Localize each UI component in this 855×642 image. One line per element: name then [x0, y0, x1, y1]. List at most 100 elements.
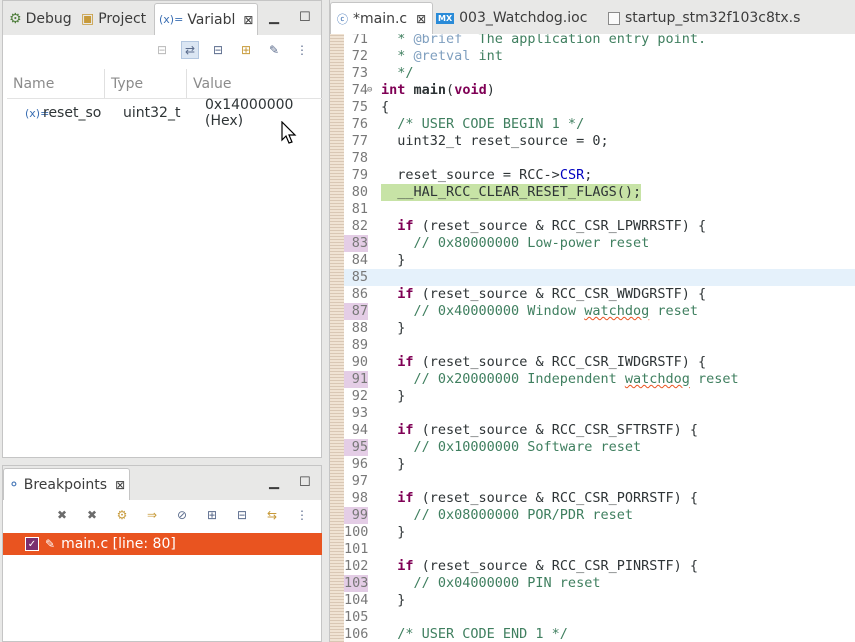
column-name[interactable]: Name [7, 69, 105, 98]
breakpoint-item[interactable]: ✓ ✎ main.c [line: 80] [3, 533, 322, 555]
close-icon[interactable]: ⊠ [243, 13, 253, 27]
code-line[interactable]: 76 /* USER CODE BEGIN 1 */ [344, 116, 855, 133]
code-line[interactable]: 81 [344, 201, 855, 218]
code-line[interactable]: 93 [344, 405, 855, 422]
code-line[interactable]: 102 if (reset_source & RCC_CSR_PINRSTF) … [344, 558, 855, 575]
variable-value[interactable]: 0x14000000 (Hex) [205, 97, 323, 129]
tab-breakpoints-label: Breakpoints [23, 476, 108, 493]
code-line[interactable]: 98 if (reset_source & RCC_CSR_PORRSTF) { [344, 490, 855, 507]
code-text: if (reset_source & RCC_CSR_LPWRRSTF) { [397, 218, 707, 234]
close-icon[interactable]: ⊠ [416, 12, 426, 26]
line-number: 90 [351, 354, 368, 370]
code-line[interactable]: 99 // 0x08000000 POR/PDR reset [344, 507, 855, 524]
code-text: { [381, 99, 390, 115]
code-line[interactable]: 95 // 0x10000000 Software reset [344, 439, 855, 456]
code-line[interactable]: 106 /* USER CODE END 1 */ [344, 626, 855, 642]
code-area[interactable]: 71 * @brief The application entry point.… [344, 34, 855, 642]
fold-icon[interactable]: ⊖ [367, 82, 372, 99]
code-line[interactable]: 86 if (reset_source & RCC_CSR_WWDGRSTF) … [344, 286, 855, 303]
code-text: __HAL_RCC_CLEAR_RESET_FLAGS(); [381, 184, 642, 201]
tab-startup[interactable]: startup_stm32f103c8tx.s [602, 2, 806, 34]
tab-breakpoints[interactable]: ⚬ Breakpoints ⊠ [3, 468, 131, 500]
line-number: 76 [351, 116, 368, 132]
code-line[interactable]: 92 } [344, 388, 855, 405]
tab-debug[interactable]: ⚙ Debug [5, 3, 76, 35]
code-editor: ⓒ *main.c ⊠ MX 003_Watchdog.ioc startup_… [329, 0, 855, 642]
code-line[interactable]: 94 if (reset_source & RCC_CSR_SFTRSTF) { [344, 422, 855, 439]
show-supported-icon[interactable]: ⚙ [113, 506, 131, 524]
code-line[interactable]: 105 [344, 609, 855, 626]
code-line[interactable]: 72 * @retval int [344, 48, 855, 65]
tab-project-label: Project [98, 11, 147, 27]
maximize-icon[interactable]: ☐ [299, 10, 311, 25]
view-menu-icon[interactable]: ⋮ [293, 506, 311, 524]
close-icon[interactable]: ⊠ [115, 478, 125, 492]
code-line[interactable]: 82 if (reset_source & RCC_CSR_LPWRRSTF) … [344, 218, 855, 235]
go-to-file-icon[interactable]: ⇒ [143, 506, 161, 524]
code-text: if (reset_source & RCC_CSR_PORRSTF) { [397, 490, 699, 506]
column-type[interactable]: Type [105, 69, 187, 98]
variables-toolbar: ⊟ ⇄ ⊟ ⊞ ✎ ⋮ [3, 35, 321, 65]
remove-icon[interactable]: ✖ [53, 506, 71, 524]
code-line[interactable]: 83 // 0x80000000 Low-power reset [344, 235, 855, 252]
tab-watchdog-ioc[interactable]: MX 003_Watchdog.ioc [430, 2, 593, 34]
code-line[interactable]: 77 uint32_t reset_source = 0; [344, 133, 855, 150]
column-value[interactable]: Value [187, 69, 323, 98]
checkbox-checked-icon[interactable]: ✓ [25, 537, 39, 551]
code-line[interactable]: 97 [344, 473, 855, 490]
code-line[interactable]: 103 // 0x04000000 PIN reset [344, 575, 855, 592]
skip-all-icon[interactable]: ⊘ [173, 506, 191, 524]
code-text: } [381, 592, 406, 608]
view-menu-icon[interactable]: ⋮ [293, 41, 311, 59]
code-line[interactable]: 84 } [344, 252, 855, 269]
line-number: 101 [344, 541, 369, 557]
code-line[interactable]: 85 [344, 269, 855, 286]
code-line[interactable]: 88 } [344, 320, 855, 337]
code-line[interactable]: 79 reset_source = RCC->CSR; [344, 167, 855, 184]
code-line[interactable]: 71 * @brief The application entry point. [344, 34, 855, 48]
link-icon[interactable]: ⇆ [263, 506, 281, 524]
tab-main-c[interactable]: ⓒ *main.c ⊠ [330, 2, 434, 34]
minimize-icon[interactable]: ▁ [269, 475, 279, 490]
code-text: // 0x80000000 Low-power reset [381, 235, 650, 251]
code-line[interactable]: 104 } [344, 592, 855, 609]
collapse-icon[interactable]: ⊟ [209, 41, 227, 59]
line-number: 96 [351, 456, 368, 472]
table-row[interactable]: (x)= reset_so uint32_t 0x14000000 (Hex) [7, 97, 323, 129]
code-text: /* USER CODE END 1 */ [381, 626, 568, 642]
code-line[interactable]: 87 // 0x40000000 Window watchdog reset [344, 303, 855, 320]
code-line[interactable]: 74 ⊖ int main(void) [344, 82, 855, 99]
tab-debug-label: Debug [25, 11, 72, 27]
line-number: 106 [344, 626, 369, 642]
code-line[interactable]: 100 } [344, 524, 855, 541]
code-line[interactable]: 75 { [344, 99, 855, 116]
edit-icon[interactable]: ✎ [265, 41, 283, 59]
collapse-all-icon[interactable]: ⊟ [153, 41, 171, 59]
variable-name: reset_so [43, 105, 102, 121]
code-line[interactable]: 80➜ __HAL_RCC_CLEAR_RESET_FLAGS(); [344, 184, 855, 201]
line-number: 84 [351, 252, 368, 268]
overview-ruler[interactable] [330, 34, 344, 642]
remove-all-icon[interactable]: ✖ [83, 506, 101, 524]
code-line[interactable]: 90 if (reset_source & RCC_CSR_IWDGRSTF) … [344, 354, 855, 371]
mouse-cursor-icon [281, 121, 297, 144]
code-line[interactable]: 91 // 0x20000000 Independent watchdog re… [344, 371, 855, 388]
maximize-icon[interactable]: ☐ [299, 475, 311, 490]
minimize-icon[interactable]: ▁ [269, 10, 279, 25]
code-text: } [381, 456, 406, 472]
code-line[interactable]: 101 [344, 541, 855, 558]
tab-variables[interactable]: (x)= Variabl ⊠ [154, 3, 259, 35]
add-watch-icon[interactable]: ⊞ [237, 41, 255, 59]
line-number: 80 [351, 184, 368, 200]
code-text: } [381, 252, 406, 268]
code-line[interactable]: 78 [344, 150, 855, 167]
collapse-all-icon[interactable]: ⊟ [233, 506, 251, 524]
code-line[interactable]: 89 [344, 337, 855, 354]
code-line[interactable]: 73 */ [344, 65, 855, 82]
expand-all-icon[interactable]: ⊞ [203, 506, 221, 524]
c-file-icon: ⓒ [337, 12, 348, 26]
show-types-icon[interactable]: ⇄ [181, 41, 199, 59]
code-line[interactable]: 96 } [344, 456, 855, 473]
line-number: 82 [351, 218, 368, 234]
tab-project[interactable]: ▣ Project [77, 3, 150, 35]
